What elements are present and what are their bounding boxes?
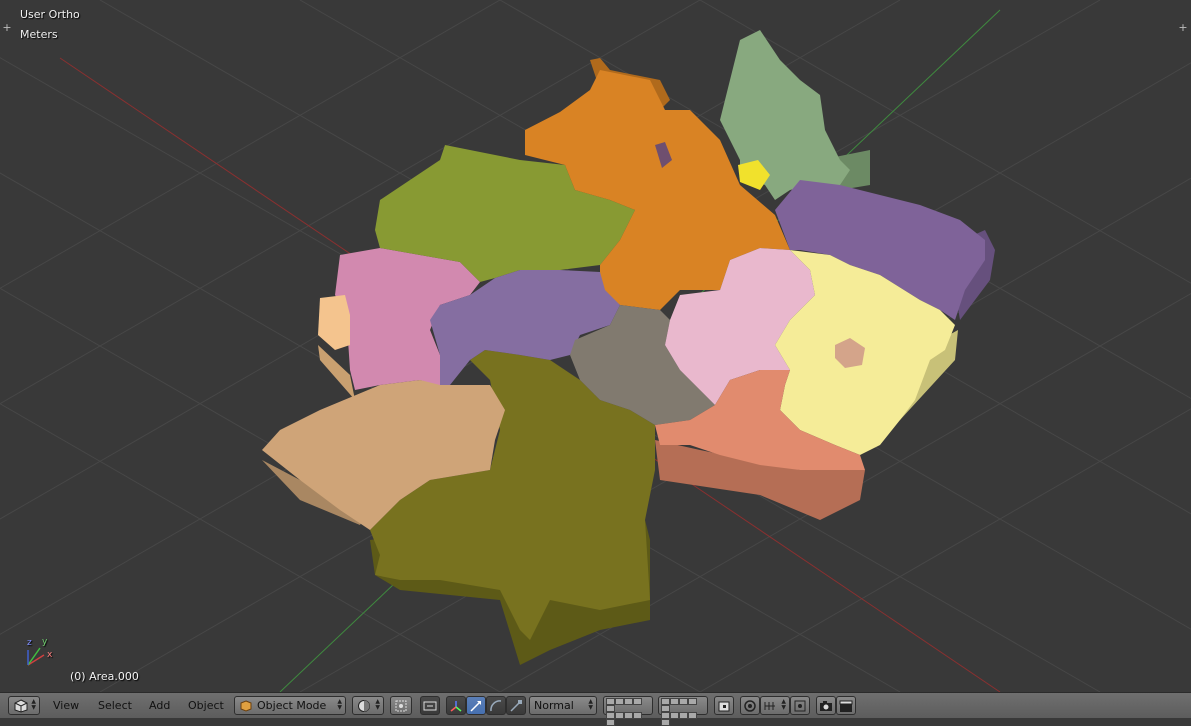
render-animation-button[interactable] bbox=[836, 696, 856, 715]
properties-toggle-icon[interactable]: + bbox=[1178, 22, 1188, 34]
shading-sphere-icon bbox=[358, 700, 370, 712]
translate-manipulator-button[interactable] bbox=[466, 696, 486, 715]
camera-icon bbox=[820, 701, 832, 711]
mode-select-label: Object Mode bbox=[257, 699, 327, 712]
region-west-small bbox=[318, 295, 350, 350]
gizmo-y-label: y bbox=[42, 637, 48, 647]
lock-layers-icon bbox=[718, 701, 730, 712]
object-mode-icon bbox=[240, 700, 252, 712]
menu-object[interactable]: Object bbox=[188, 696, 224, 715]
translate-arrow-icon bbox=[470, 701, 481, 712]
lock-camera-button[interactable] bbox=[714, 696, 734, 715]
gizmo-z-label: z bbox=[27, 638, 32, 648]
snap-target-button[interactable] bbox=[790, 696, 810, 715]
viewport-header: ▲ ▼ View Select Add Object Object Mode ▲ ▼… bbox=[0, 692, 1191, 726]
proportional-editing-button[interactable] bbox=[740, 696, 760, 715]
transform-orientation-select[interactable]: Normal ▲ ▼ bbox=[529, 696, 597, 715]
menu-select[interactable]: Select bbox=[98, 696, 132, 715]
object-info-label: (0) Area.000 bbox=[70, 670, 139, 683]
mode-select[interactable]: Object Mode ▲ ▼ bbox=[234, 696, 346, 715]
editor-type-arrows-icon: ▲ ▼ bbox=[31, 698, 36, 711]
snap-target-icon bbox=[794, 700, 806, 712]
viewport-shading-button[interactable]: ▲ ▼ bbox=[352, 696, 384, 715]
mode-arrows-icon: ▲ ▼ bbox=[337, 698, 342, 711]
manipulator-toggle-button[interactable] bbox=[446, 696, 466, 715]
scale-icon bbox=[510, 700, 522, 712]
orientation-arrows-icon: ▲ ▼ bbox=[588, 698, 593, 711]
clapperboard-icon bbox=[839, 700, 853, 712]
gizmo-x-label: x bbox=[47, 650, 53, 660]
transform-orientation-label: Normal bbox=[534, 699, 574, 712]
viewport-scene bbox=[0, 0, 1191, 692]
3d-viewport[interactable]: User Ortho Meters (0) Area.000 y z x + + bbox=[0, 0, 1191, 692]
editor-type-button[interactable]: ▲ ▼ bbox=[8, 696, 40, 715]
proportional-edit-icon bbox=[744, 700, 756, 712]
snap-increment-icon bbox=[764, 702, 775, 710]
pivot-icon bbox=[395, 700, 407, 712]
snap-arrows-icon: ▲ ▼ bbox=[781, 698, 786, 711]
shading-arrows-icon: ▲ ▼ bbox=[375, 698, 380, 711]
cube-editor-icon bbox=[14, 699, 28, 713]
pivot-point-button[interactable] bbox=[390, 696, 412, 715]
toolshelf-toggle-icon[interactable]: + bbox=[2, 22, 12, 34]
units-label: Meters bbox=[20, 28, 58, 41]
manipulator-icon bbox=[450, 701, 462, 712]
menu-view[interactable]: View bbox=[53, 696, 79, 715]
scale-manipulator-button[interactable] bbox=[506, 696, 526, 715]
map-regions bbox=[262, 30, 985, 640]
layers-group-2[interactable] bbox=[658, 696, 708, 726]
view-name-label: User Ortho bbox=[20, 8, 80, 21]
render-image-button[interactable] bbox=[816, 696, 836, 715]
rotate-arc-icon bbox=[490, 700, 502, 712]
proportional-edit-button[interactable] bbox=[420, 696, 440, 715]
menu-add[interactable]: Add bbox=[149, 696, 170, 715]
rotate-manipulator-button[interactable] bbox=[486, 696, 506, 715]
layers-group-1[interactable] bbox=[603, 696, 653, 726]
snap-icon bbox=[423, 701, 437, 711]
axis-gizmo bbox=[27, 647, 45, 666]
snap-element-select[interactable]: ▲ ▼ bbox=[760, 696, 790, 715]
